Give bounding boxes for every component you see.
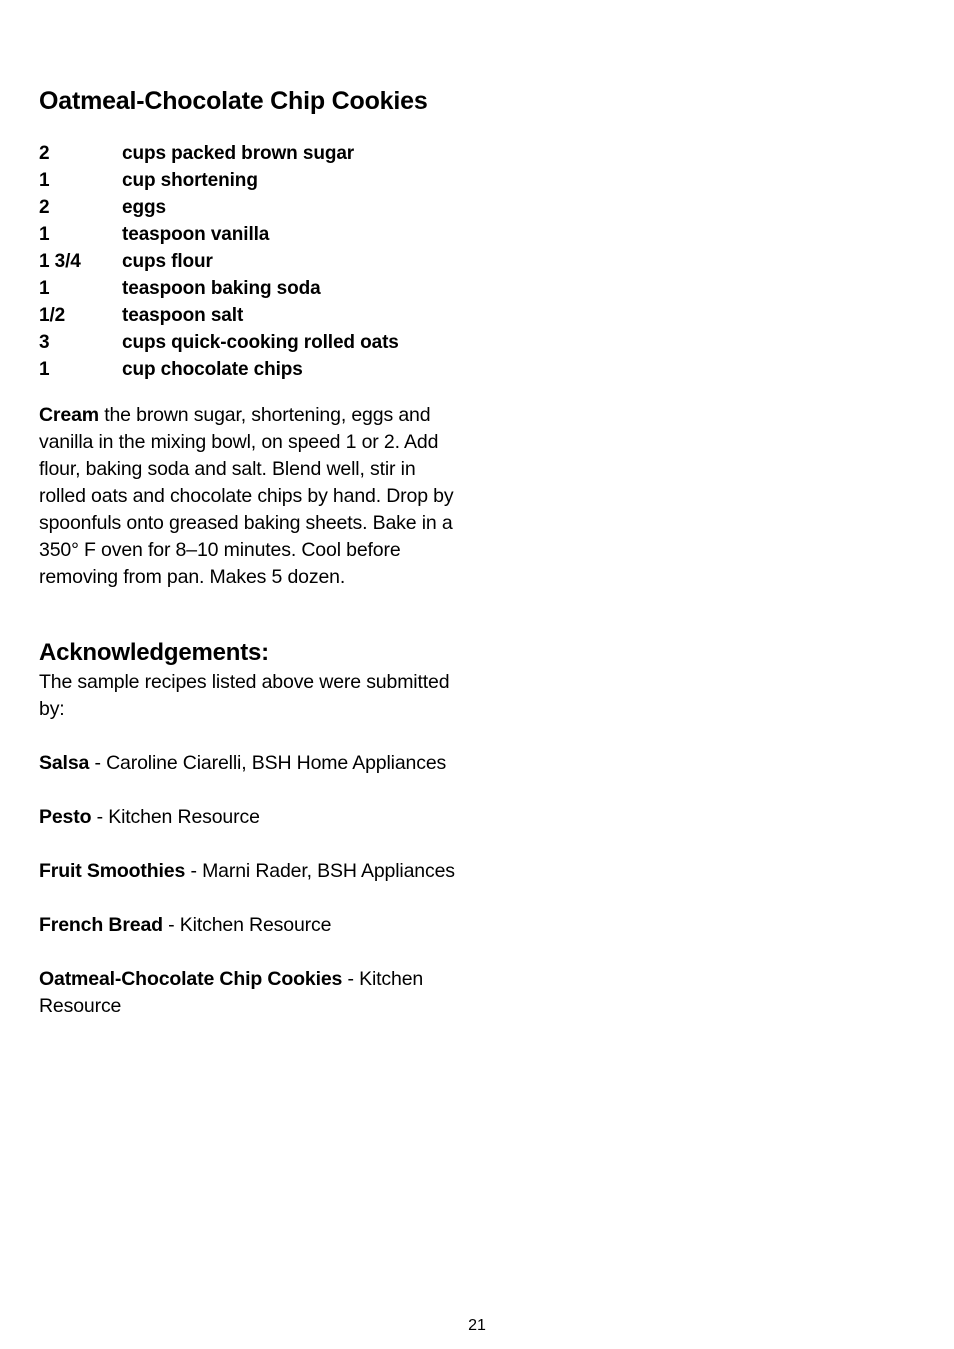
credit-separator: - xyxy=(89,752,107,774)
list-item: Pesto - Kitchen Resource xyxy=(39,804,463,831)
ingredient-name: teaspoon baking soda xyxy=(122,278,321,299)
credit-recipe-name: French Bread xyxy=(39,914,163,936)
ingredient-name: cups quick-cooking rolled oats xyxy=(122,332,399,353)
credit-source: Kitchen Resource xyxy=(108,806,260,828)
credit-source: Caroline Ciarelli, BSH Home Appliances xyxy=(106,752,447,774)
content-column: Oatmeal-Chocolate Chip Cookies 2 cups pa… xyxy=(39,86,469,1020)
ingredient-name: cups packed brown sugar xyxy=(122,143,355,164)
ingredient-quantity: 1 xyxy=(39,278,50,299)
ingredient-name: cup chocolate chips xyxy=(122,359,303,380)
credit-recipe-name: Salsa xyxy=(39,752,90,774)
ingredient-row: 1 cup shortening xyxy=(39,167,469,194)
ingredient-quantity: 1 xyxy=(39,359,50,380)
ingredient-quantity: 1 xyxy=(39,224,50,245)
ingredient-row: 1 teaspoon baking soda xyxy=(39,275,469,302)
ingredient-quantity: 1 xyxy=(39,170,50,191)
ingredient-quantity: 2 xyxy=(39,143,50,164)
ingredient-name: teaspoon salt xyxy=(122,305,244,326)
ingredient-row: 1/2 teaspoon salt xyxy=(39,302,469,329)
ingredient-row: 3 cups quick-cooking rolled oats xyxy=(39,329,469,356)
ingredient-quantity: 3 xyxy=(39,332,50,353)
credit-recipe-name: Pesto xyxy=(39,806,92,828)
credit-separator: - xyxy=(342,968,360,990)
acknowledgements-intro: The sample recipes listed above were sub… xyxy=(39,671,450,720)
instructions-text: the brown sugar, shortening, eggs and va… xyxy=(39,404,454,588)
credit-separator: - xyxy=(162,914,180,936)
credit-recipe-name: Oatmeal-Chocolate Chip Cookies xyxy=(39,968,343,990)
ingredient-row: 2 eggs xyxy=(39,194,469,221)
credit-separator: - xyxy=(91,806,109,828)
ingredient-name: teaspoon vanilla xyxy=(122,224,270,245)
credit-separator: - xyxy=(185,860,203,882)
credit-recipe-name: Fruit Smoothies xyxy=(39,860,186,882)
recipe-instructions: Cream the brown sugar, shortening, eggs … xyxy=(39,402,463,591)
credit-source: Kitchen Resource xyxy=(179,914,332,936)
ingredient-row: 2 cups packed brown sugar xyxy=(39,140,469,167)
credit-list: Salsa - Caroline Ciarelli, BSH Home Appl… xyxy=(39,750,469,1020)
ingredient-quantity: 2 xyxy=(39,197,50,218)
list-item: Fruit Smoothies - Marni Rader, BSH Appli… xyxy=(39,858,463,885)
ingredient-quantity: 1 3/4 xyxy=(39,251,81,272)
ingredient-name: cups flour xyxy=(122,251,213,272)
ingredient-name: cup shortening xyxy=(122,170,258,191)
ingredient-list: 2 cups packed brown sugar 1 cup shorteni… xyxy=(39,140,469,383)
list-item: Salsa - Caroline Ciarelli, BSH Home Appl… xyxy=(39,750,463,777)
ingredient-row: 1 teaspoon vanilla xyxy=(39,221,469,248)
page-number: 21 xyxy=(468,1317,486,1334)
ingredient-quantity: 1/2 xyxy=(39,305,66,326)
acknowledgements-heading: Acknowledgements: xyxy=(39,639,269,666)
acknowledgements-section: Acknowledgements: The sample recipes lis… xyxy=(39,639,469,1020)
document-page: Oatmeal-Chocolate Chip Cookies 2 cups pa… xyxy=(0,0,954,1349)
list-item: French Bread - Kitchen Resource xyxy=(39,912,463,939)
page-title: Oatmeal-Chocolate Chip Cookies xyxy=(39,87,428,115)
instructions-lead-word: Cream xyxy=(39,404,99,426)
ingredient-name: eggs xyxy=(122,197,166,218)
ingredient-row: 1 3/4 cups flour xyxy=(39,248,469,275)
credit-source: Marni Rader, BSH Appliances xyxy=(202,860,455,882)
list-item: Oatmeal-Chocolate Chip Cookies - Kitchen… xyxy=(39,966,463,1020)
ingredient-row: 1 cup chocolate chips xyxy=(39,356,469,383)
